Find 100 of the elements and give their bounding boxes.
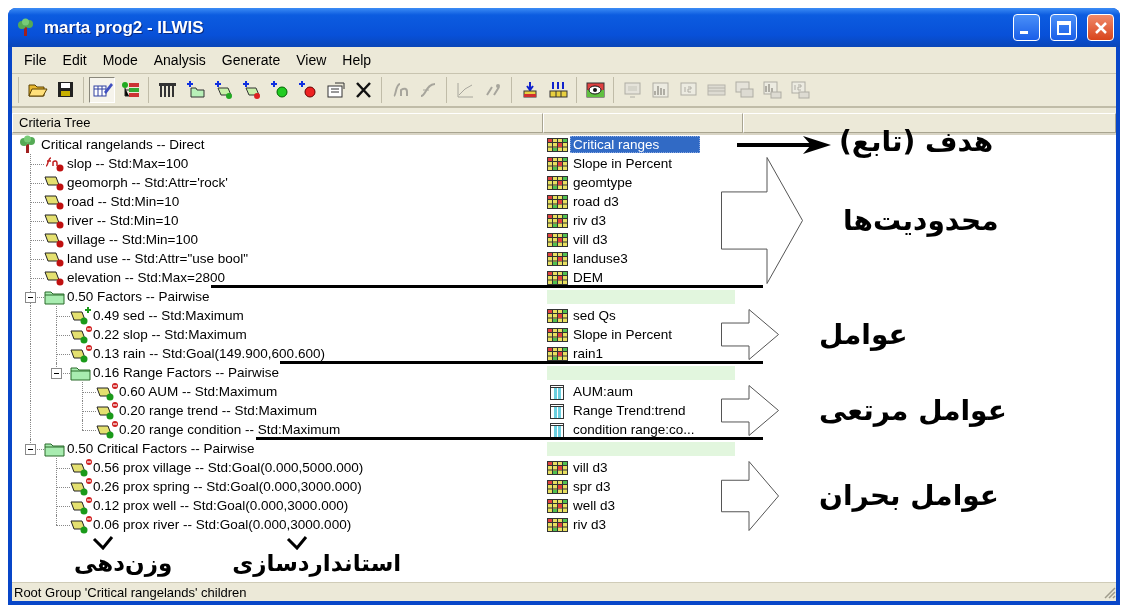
tree-item[interactable]: 0.49 sed -- Std:Maximum: [92, 308, 245, 323]
maximize-button[interactable]: [1050, 14, 1077, 41]
map-item[interactable]: Range Trend:trend: [570, 402, 689, 419]
collapse-toggle[interactable]: [25, 444, 36, 455]
close-button[interactable]: [1087, 14, 1114, 41]
map-item[interactable]: vill d3: [570, 459, 611, 476]
edit-icon[interactable]: [89, 77, 115, 103]
raster-map-icon: [547, 497, 568, 514]
raster-map-icon: [547, 459, 568, 476]
map-item[interactable]: riv d3: [570, 212, 609, 229]
map-item[interactable]: geomtype: [570, 174, 636, 191]
block-arrow: [721, 385, 779, 436]
menu-item[interactable]: File: [16, 50, 55, 70]
menu-item[interactable]: Help: [334, 50, 380, 70]
collapse-toggle[interactable]: [25, 292, 36, 303]
tree-item[interactable]: geomorph -- Std:Attr='rock': [66, 175, 229, 190]
menu-item[interactable]: View: [288, 50, 335, 70]
tree-item[interactable]: 0.50 Factors -- Pairwise: [66, 289, 211, 304]
status-text: Root Group 'Critical rangelands' children: [14, 584, 248, 600]
function-icon: [44, 154, 66, 173]
raster-map-icon: [547, 307, 568, 324]
annotation-label: عوامل بحران: [819, 479, 999, 513]
resize-grip-icon[interactable]: [1102, 585, 1116, 599]
tree-item[interactable]: road -- Std:Min=10: [66, 194, 181, 209]
raster-map-icon: [547, 478, 568, 495]
map-item[interactable]: sed Qs: [570, 307, 619, 324]
tree-item[interactable]: 0.56 prox village -- Std:Goal(0.000,5000.000): [92, 460, 365, 475]
menu-item[interactable]: Generate: [213, 50, 289, 70]
tree-item[interactable]: village -- Std:Min=100: [66, 232, 199, 247]
tree-item[interactable]: 0.22 slop -- Std:Maximum: [92, 327, 248, 342]
tree-item[interactable]: river -- Std:Min=10: [66, 213, 180, 228]
check-mark-icon: [92, 536, 115, 550]
annotation-label: استانداردسازی: [232, 550, 402, 577]
raster-map-icon: [547, 193, 568, 210]
map-dot-icon: [44, 249, 66, 268]
raster-map-icon: [547, 231, 568, 248]
raster-map-icon: [547, 250, 568, 267]
map-item[interactable]: Slope in Percent: [570, 326, 676, 343]
map-minus-icon: [70, 325, 92, 344]
tree-item[interactable]: 0.12 prox well -- Std:Goal(0.000,3000.000): [92, 498, 350, 513]
tree-item[interactable]: elevation -- Std:Max=2800: [66, 270, 226, 285]
minimize-icon: [1019, 31, 1028, 34]
map-item[interactable]: AUM:aum: [570, 383, 636, 400]
map-dot-icon: [44, 211, 66, 230]
map-dot-icon: [44, 192, 66, 211]
raster-map-icon: [547, 269, 568, 286]
annotation-label: عوامل مرتعی: [819, 393, 1007, 428]
raster-map-icon: [547, 174, 568, 191]
annotation-label: وزن‌دهی: [74, 550, 173, 577]
tree-item[interactable]: 0.50 Critical Factors -- Pairwise: [66, 441, 256, 456]
tree-item[interactable]: Critical rangelands -- Direct: [40, 137, 206, 152]
window-title: marta prog2 - ILWIS: [44, 17, 205, 38]
annotation-label: عوامل: [819, 317, 908, 352]
map-dot-icon: [44, 230, 66, 249]
map-item[interactable]: condition range:co...: [570, 421, 698, 438]
map-minus-icon: [70, 477, 92, 496]
map-minus-icon: [70, 515, 92, 534]
tree-item[interactable]: land use -- Std:Attr="use bool": [66, 251, 250, 266]
tree-item[interactable]: slop -- Std:Max=100: [66, 156, 190, 171]
tree-item[interactable]: 0.06 prox river -- Std:Goal(0.000,3000.000): [92, 517, 353, 532]
map-item[interactable]: Slope in Percent: [570, 155, 676, 172]
minimize-button[interactable]: [1013, 14, 1040, 41]
tree-item[interactable]: 0.13 rain -- Std:Goal(149.900,600.600): [92, 346, 326, 361]
map-item[interactable]: rain1: [570, 345, 607, 362]
tree-item[interactable]: 0.26 prox spring -- Std:Goal(0.000,3000.000): [92, 479, 363, 494]
block-arrow: [721, 461, 779, 531]
map-item[interactable]: vill d3: [570, 231, 611, 248]
map-plus-icon: [70, 306, 92, 325]
map-minus-icon: [96, 382, 118, 401]
menu-item[interactable]: Mode: [94, 50, 146, 70]
block-arrow: [721, 309, 779, 360]
annotation-label: هدف (تابع): [839, 125, 994, 159]
tree-icon: [16, 17, 36, 38]
raster-map-icon: [547, 155, 568, 172]
raster-map-icon: [547, 516, 568, 533]
map-item[interactable]: road d3: [570, 193, 622, 210]
close-icon: [1092, 19, 1109, 36]
map-item[interactable]: riv d3: [570, 516, 609, 533]
tree-item[interactable]: 0.60 AUM -- Std:Maximum: [118, 384, 279, 399]
maximize-icon: [1055, 19, 1072, 36]
map-minus-icon: [70, 344, 92, 363]
raster-map-icon: [547, 345, 568, 362]
tree-item[interactable]: 0.20 range condition -- Std:Maximum: [118, 422, 342, 437]
map-item[interactable]: well d3: [570, 497, 619, 514]
tree-item[interactable]: 0.20 range trend -- Std:Maximum: [118, 403, 319, 418]
map-item[interactable]: DEM: [570, 269, 606, 286]
column-header[interactable]: Criteria Tree: [12, 113, 543, 133]
tree-item[interactable]: 0.16 Range Factors -- Pairwise: [92, 365, 281, 380]
menu-item[interactable]: Analysis: [145, 50, 214, 70]
menu-item[interactable]: Edit: [54, 50, 95, 70]
annotation-label: محدودیت‌ها: [843, 203, 999, 238]
raster-map-icon: [547, 212, 568, 229]
map-item[interactable]: Critical ranges: [570, 136, 701, 153]
map-minus-icon: [70, 496, 92, 515]
collapse-toggle[interactable]: [51, 368, 62, 379]
map-item[interactable]: landuse3: [570, 250, 631, 267]
map-minus-icon: [70, 458, 92, 477]
map-item[interactable]: spr d3: [570, 478, 614, 495]
raster-map-icon: [547, 326, 568, 343]
raster-map-icon: [547, 136, 568, 153]
